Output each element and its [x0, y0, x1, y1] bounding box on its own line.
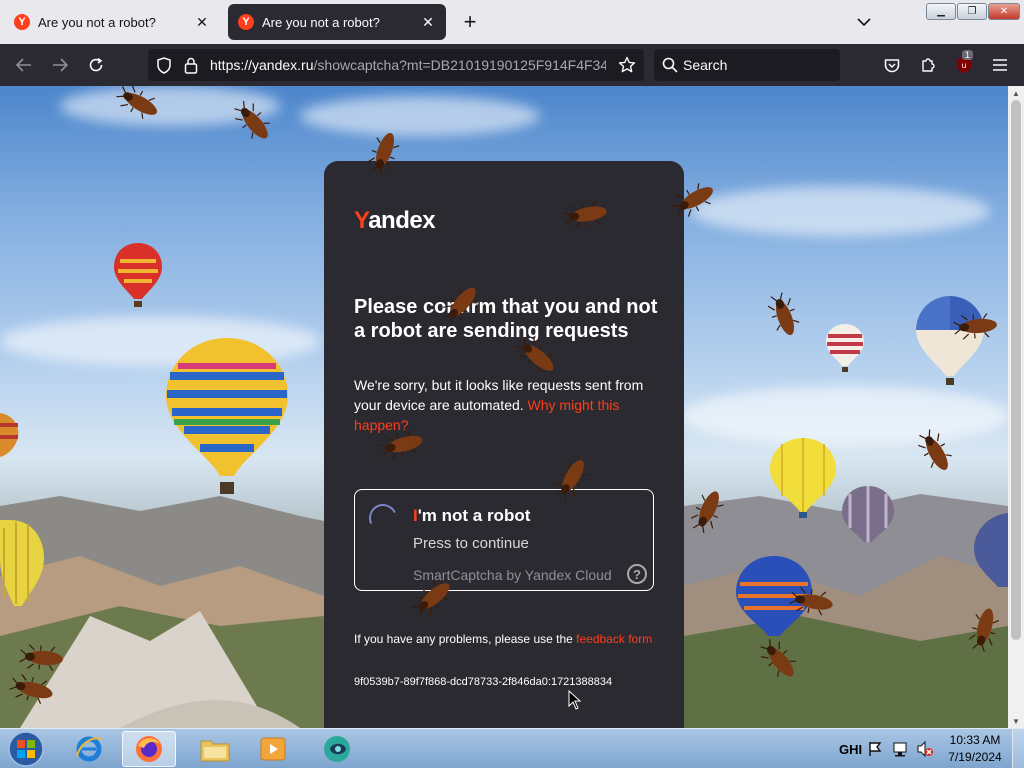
cockroach-icon: [19, 644, 63, 672]
media-player-icon: [260, 737, 286, 761]
arrow-right-icon: [53, 58, 68, 72]
search-icon: [662, 57, 678, 73]
menu-button[interactable]: [988, 53, 1012, 77]
hot-air-balloon: [0, 520, 44, 606]
captcha-title-rest: 'm not a robot: [417, 506, 531, 525]
yandex-favicon-icon: Y: [14, 14, 30, 30]
window-minimize-button[interactable]: ▁: [926, 3, 956, 20]
pocket-icon: [884, 58, 900, 72]
start-button[interactable]: [4, 731, 48, 767]
puzzle-icon: [922, 58, 935, 72]
feedback-link[interactable]: feedback form: [576, 632, 652, 646]
star-icon[interactable]: [618, 56, 636, 74]
url-text[interactable]: https://yandex.ru/showcaptcha?mt=DB21019…: [210, 57, 606, 73]
cloud: [300, 96, 540, 136]
taskbar-firefox[interactable]: [122, 731, 176, 767]
logo-letter-y: Y: [354, 207, 369, 234]
tab-title: Are you not a robot?: [262, 14, 380, 30]
search-placeholder: Search: [683, 57, 728, 73]
request-id: 9f0539b7-89f7f868-dcd78733-2f846da0:1721…: [354, 676, 613, 688]
logo-letters: andex: [368, 207, 436, 234]
hot-air-balloon: [770, 438, 836, 518]
captcha-card: Yandex Please confirm that you and not a…: [324, 161, 684, 728]
taskbar-media-player[interactable]: [246, 731, 300, 767]
internet-explorer-icon: [76, 736, 102, 762]
hot-air-balloon: [842, 486, 894, 542]
reload-button[interactable]: [84, 53, 108, 77]
scroll-down-arrow-icon[interactable]: ▼: [1008, 714, 1024, 728]
extensions-button[interactable]: [916, 53, 940, 77]
hot-air-balloon: [114, 243, 162, 307]
address-bar[interactable]: https://yandex.ru/showcaptcha?mt=DB21019…: [148, 49, 644, 81]
yandex-logo: Yandex: [354, 207, 436, 235]
hot-air-balloon: [826, 324, 864, 372]
lock-icon[interactable]: [184, 57, 198, 74]
reload-icon: [89, 57, 103, 72]
chevron-down-icon: [857, 18, 871, 26]
scrollbar-thumb[interactable]: [1011, 100, 1021, 640]
navigation-toolbar: https://yandex.ru/showcaptcha?mt=DB21019…: [0, 44, 1024, 86]
back-button[interactable]: [12, 53, 36, 77]
clock-time[interactable]: 10:33 AM: [944, 733, 1006, 747]
tab-captcha-1[interactable]: Y Are you not a robot? ✕: [4, 4, 220, 40]
url-host: https://yandex.ru: [210, 57, 314, 73]
windows-taskbar: GHI 10:33 AM 7/19/2024: [0, 728, 1024, 768]
hamburger-icon: [993, 59, 1007, 71]
flag-icon[interactable]: [868, 741, 882, 757]
help-icon[interactable]: ?: [627, 564, 647, 584]
pocket-button[interactable]: [880, 53, 904, 77]
tab-bar: Y Are you not a robot? ✕ Y Are you not a…: [0, 0, 1024, 44]
yandex-favicon-icon: Y: [238, 14, 254, 30]
mouse-cursor-icon: [568, 690, 582, 710]
problems-text: If you have any problems, please use the: [354, 632, 573, 646]
hot-air-balloon: [166, 338, 288, 494]
arrow-left-icon: [16, 58, 31, 72]
tab-title: Are you not a robot?: [38, 14, 156, 30]
taskbar-app[interactable]: [310, 731, 364, 767]
captcha-subtitle: Press to continue: [413, 535, 529, 552]
app-icon: [324, 736, 350, 762]
language-indicator[interactable]: GHI: [839, 742, 862, 757]
loading-spinner-icon: [365, 500, 401, 536]
extension-badge: 1: [962, 50, 974, 60]
new-tab-button[interactable]: +: [458, 9, 482, 34]
url-path: /showcaptcha?mt=DB21019190125F914F4F34: [313, 57, 606, 73]
close-tab-icon[interactable]: ✕: [420, 14, 436, 30]
hot-air-balloon: [916, 296, 984, 385]
show-desktop-button[interactable]: [1012, 729, 1024, 768]
windows-logo-icon: [8, 731, 44, 767]
forward-button[interactable]: [48, 53, 72, 77]
network-icon[interactable]: [892, 741, 908, 757]
file-explorer-icon: [200, 740, 230, 762]
system-tray: GHI 10:33 AM 7/19/2024: [836, 729, 1024, 768]
window-restore-button[interactable]: ❐: [957, 3, 987, 20]
captcha-description: We're sorry, but it looks like requests …: [354, 375, 664, 435]
hot-air-balloon: [0, 413, 19, 457]
firefox-icon: [136, 736, 162, 762]
captcha-title: I'm not a robot: [413, 506, 530, 526]
svg-text:u: u: [961, 61, 966, 70]
taskbar-internet-explorer[interactable]: [62, 731, 116, 767]
page-content: Yandex Please confirm that you and not a…: [0, 86, 1008, 728]
search-bar[interactable]: Search: [654, 49, 840, 81]
close-tab-icon[interactable]: ✕: [194, 14, 210, 30]
page-scrollbar[interactable]: ▲ ▼: [1008, 86, 1024, 728]
volume-muted-icon[interactable]: [916, 741, 934, 757]
taskbar-file-explorer[interactable]: [188, 731, 242, 767]
hot-air-balloon: [974, 513, 1008, 587]
scroll-up-arrow-icon[interactable]: ▲: [1008, 86, 1024, 100]
cloud: [690, 186, 990, 236]
list-all-tabs-button[interactable]: [852, 10, 876, 34]
cloud: [680, 386, 1008, 446]
not-a-robot-checkbox[interactable]: I'm not a robot Press to continue SmartC…: [354, 489, 654, 591]
cockroach-icon: [953, 312, 997, 340]
captcha-heading: Please confirm that you and not a robot …: [354, 296, 658, 342]
window-close-button[interactable]: ✕: [988, 3, 1020, 20]
clock-date[interactable]: 7/19/2024: [944, 750, 1006, 764]
problems-note: If you have any problems, please use the…: [354, 631, 654, 647]
shield-icon[interactable]: [156, 57, 172, 74]
tab-captcha-2[interactable]: Y Are you not a robot? ✕: [228, 4, 446, 40]
cockroach-icon: [767, 292, 800, 336]
